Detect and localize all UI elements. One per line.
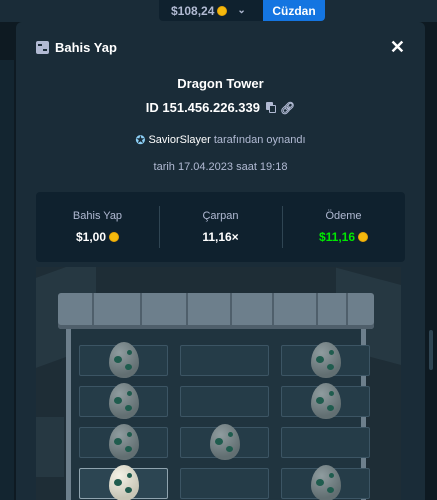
dragon-egg-icon bbox=[108, 424, 139, 460]
coin-icon bbox=[358, 232, 369, 242]
stat-bet-label: Bahis Yap bbox=[72, 210, 123, 222]
modal-title: Bahis Yap bbox=[36, 40, 117, 55]
tower-tile[interactable] bbox=[180, 468, 269, 499]
dragon-egg-icon bbox=[108, 383, 139, 419]
tower-tile[interactable] bbox=[180, 345, 269, 376]
stat-payout-value-row: $11,16 bbox=[318, 230, 369, 244]
wallet-button[interactable]: Cüzdan bbox=[263, 0, 325, 21]
tower-tile[interactable] bbox=[180, 386, 269, 417]
sidebar-background bbox=[0, 60, 14, 500]
balance-amount: $108,24 bbox=[171, 3, 215, 18]
close-button[interactable]: ✕ bbox=[390, 38, 405, 56]
link-icon[interactable]: 🔗︎ bbox=[280, 101, 295, 115]
bet-details-modal: Bahis Yap ✕ Dragon Tower ID 151.456.226.… bbox=[16, 22, 425, 500]
stat-multiplier-label: Çarpan bbox=[202, 210, 239, 222]
dragon-egg-icon bbox=[209, 424, 240, 460]
game-name[interactable]: Dragon Tower bbox=[16, 76, 425, 91]
game-board bbox=[36, 267, 401, 500]
stat-payout-value: $11,16 bbox=[318, 230, 356, 244]
player-name[interactable]: SaviorSlayer bbox=[148, 134, 210, 146]
scrollbar-thumb[interactable] bbox=[429, 330, 433, 370]
coin-icon bbox=[217, 5, 228, 16]
stat-multiplier-value: 11,16× bbox=[202, 230, 239, 244]
chevron-down-icon: ⌄ bbox=[237, 5, 246, 16]
dragon-egg-icon bbox=[310, 383, 341, 419]
tower-grid bbox=[66, 329, 370, 500]
stat-bet-value-row: $1,00 bbox=[75, 230, 120, 244]
bet-id-row: ID 151.456.226.339 🔗︎ bbox=[16, 100, 425, 115]
tower-tile[interactable] bbox=[281, 427, 370, 458]
stat-payout: Ödeme $11,16 bbox=[282, 192, 405, 262]
played-by-text: tarafından oynandı bbox=[213, 134, 306, 146]
bet-id: ID 151.456.226.339 bbox=[145, 100, 260, 115]
player-row: ✪ SaviorSlayer tarafından oynandı bbox=[16, 133, 425, 147]
balance-selector[interactable]: $108,24 ⌄ bbox=[159, 0, 263, 21]
tower-battlement bbox=[58, 293, 374, 329]
top-bar: $108,24 ⌄ Cüzdan bbox=[0, 0, 437, 22]
bet-slip-icon bbox=[36, 40, 49, 54]
modal-title-text: Bahis Yap bbox=[55, 39, 117, 55]
stat-payout-label: Ödeme bbox=[325, 210, 362, 222]
dragon-egg-icon bbox=[108, 465, 139, 500]
cave-rock bbox=[36, 417, 64, 477]
stat-bet: Bahis Yap $1,00 bbox=[36, 192, 159, 262]
dragon-egg-icon bbox=[108, 342, 139, 378]
stat-multiplier: Çarpan 11,16× bbox=[159, 192, 282, 262]
dragon-egg-icon bbox=[310, 342, 341, 378]
dragon-egg-icon bbox=[310, 465, 341, 500]
stats-panel: Bahis Yap $1,00 Çarpan 11,16× Ödeme $11,… bbox=[36, 192, 405, 262]
star-icon: ✪ bbox=[135, 133, 146, 147]
copy-icon[interactable] bbox=[265, 102, 276, 113]
modal-header: Bahis Yap ✕ bbox=[16, 22, 425, 72]
bet-date: tarih 17.04.2023 saat 19:18 bbox=[153, 161, 288, 173]
stat-bet-value: $1,00 bbox=[75, 230, 107, 244]
coin-icon bbox=[109, 232, 120, 242]
